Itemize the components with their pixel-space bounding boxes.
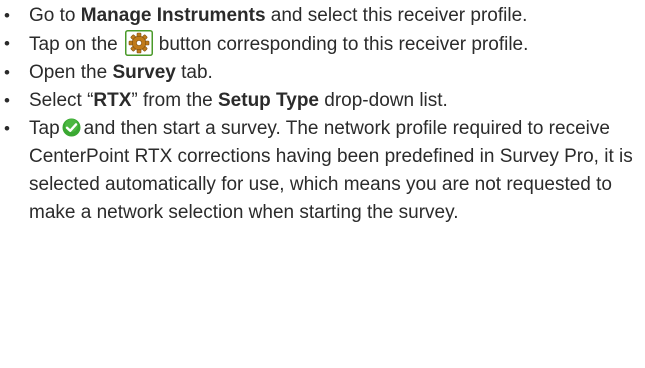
instruction-list: • Go to Manage Instruments and select th… (0, 2, 645, 227)
step-text-post: drop-down list. (319, 90, 448, 111)
bullet: • (4, 91, 10, 110)
manage-instruments-label: Manage Instruments (80, 5, 266, 26)
step-text-pre: Tap on the (29, 34, 118, 55)
step-text-post: button corresponding to this receiver pr… (158, 34, 529, 55)
bullet: • (4, 63, 10, 82)
step-text-pre: Select “ (29, 90, 94, 111)
bullet: • (4, 119, 10, 138)
step-select-rtx: • Select “RTX” from the Setup Type drop-… (0, 87, 645, 115)
bullet: • (4, 6, 10, 25)
survey-tab-label: Survey (112, 62, 176, 83)
step-manage-instruments: • Go to Manage Instruments and select th… (0, 2, 645, 30)
step-text-post: tab. (175, 62, 213, 83)
step-text-pre: Go to (29, 5, 81, 26)
step-text-post: and then start a survey. The network pro… (29, 118, 633, 223)
bullet: • (4, 34, 10, 53)
step-start-survey: • Tap and then start a survey. The netwo… (0, 115, 645, 227)
rtx-option-label: RTX (93, 90, 132, 111)
step-text-pre: Tap (29, 118, 60, 139)
step-tap-settings: • Tap on the button corresponding to thi… (0, 30, 645, 59)
setup-type-label: Setup Type (218, 90, 319, 111)
step-text-pre: Open the (29, 62, 113, 83)
step-text-post: and select this receiver profile. (265, 5, 528, 26)
settings-gear-icon (124, 30, 153, 56)
step-text-mid: ” from the (131, 90, 218, 111)
step-open-survey-tab: • Open the Survey tab. (0, 59, 645, 87)
green-check-icon (62, 118, 81, 137)
